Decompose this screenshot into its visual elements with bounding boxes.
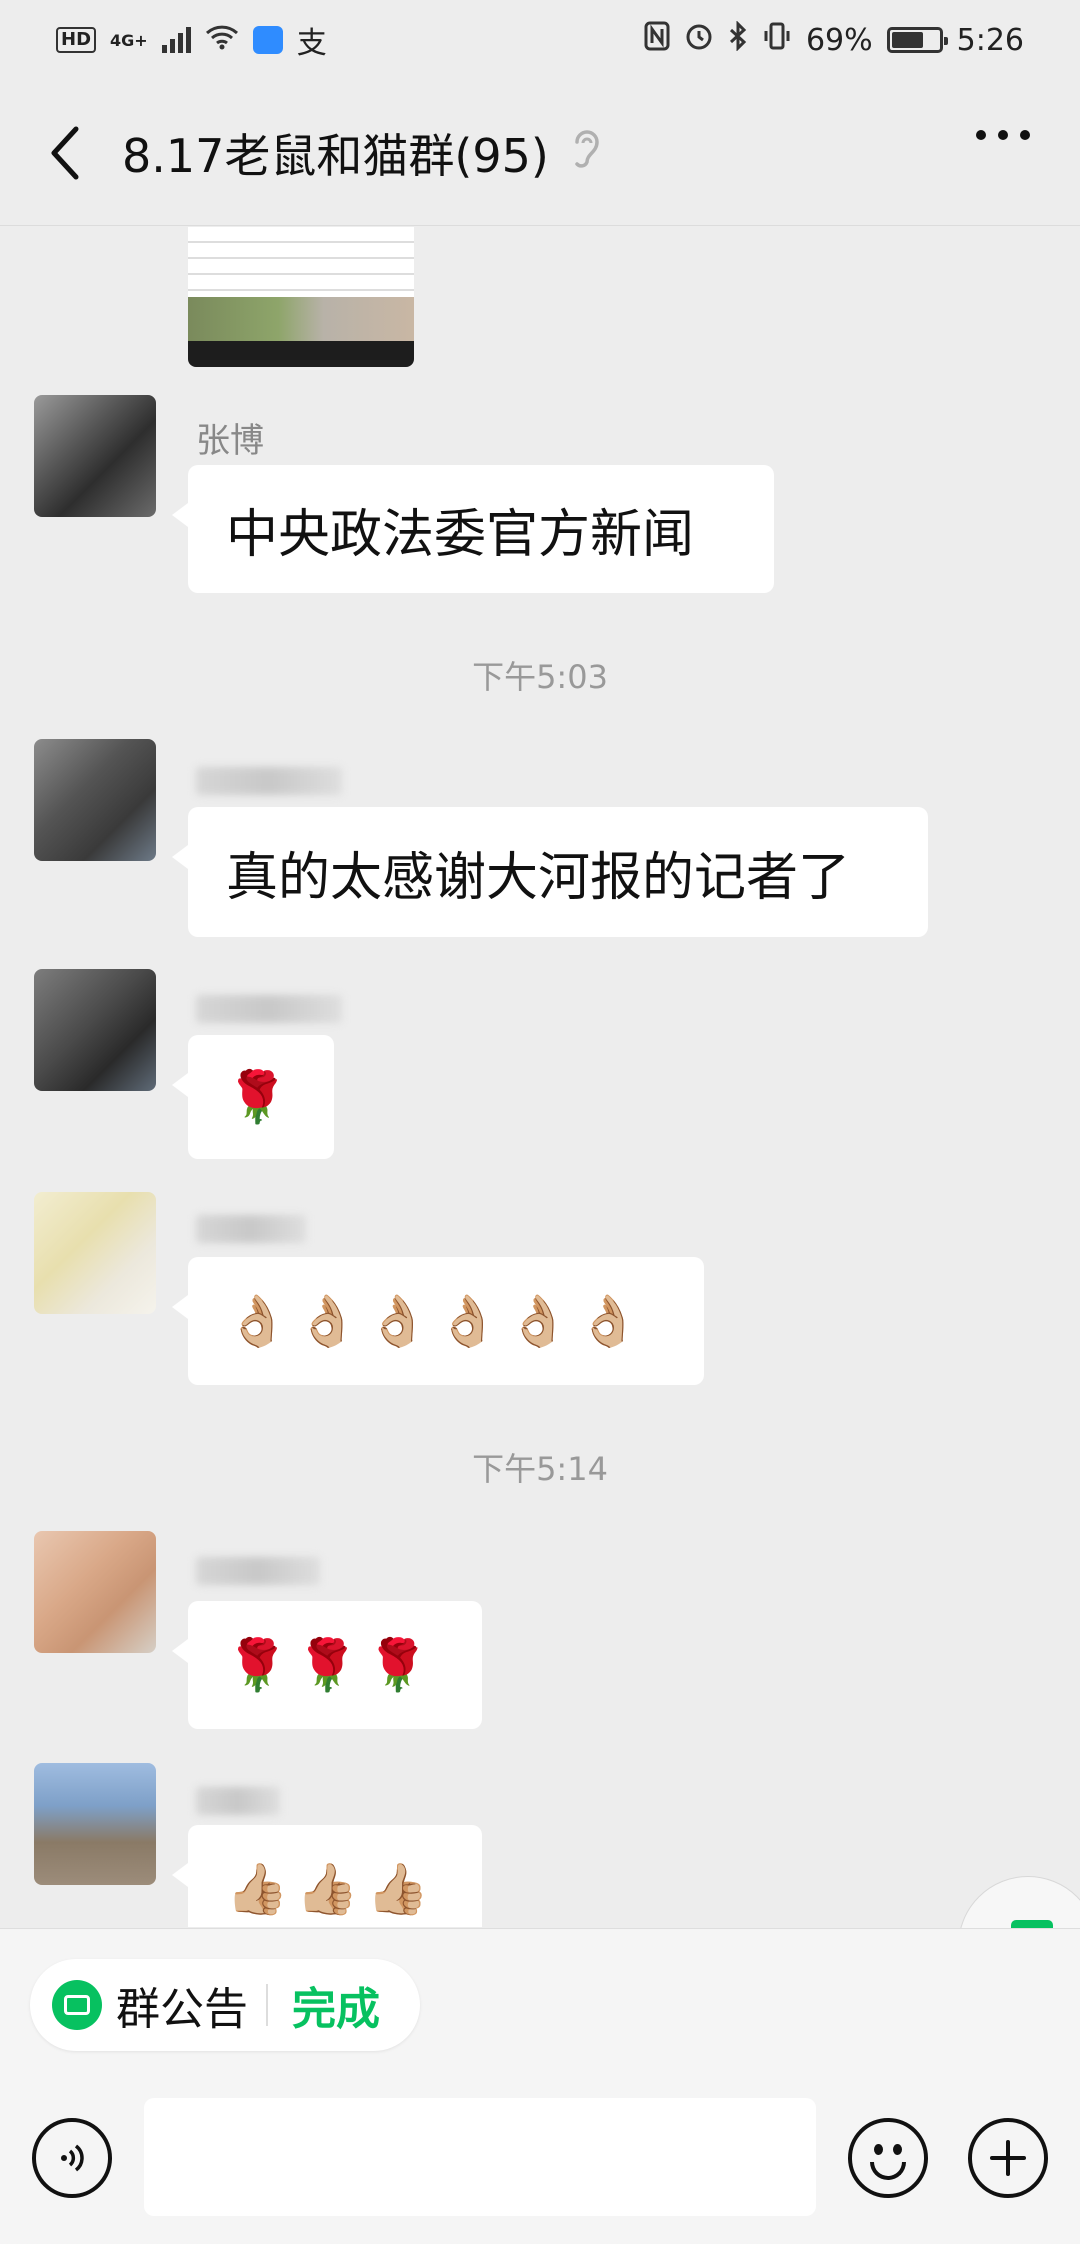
image-text-area xyxy=(188,227,414,297)
image-photo xyxy=(188,297,414,341)
ear-icon xyxy=(569,126,603,179)
announcement-bar: 群公告 完成 xyxy=(0,1928,1080,2058)
image-toolbar xyxy=(188,341,414,367)
nfc-icon xyxy=(644,21,670,59)
avatar[interactable] xyxy=(34,1763,156,1885)
battery-percent: 69% xyxy=(805,22,873,58)
clock: 5:26 xyxy=(956,22,1024,58)
sender-name: 张博 xyxy=(196,421,264,461)
status-bar: HD 4G+ 支 69% 5:26 xyxy=(0,0,1080,80)
sender-name-redacted xyxy=(196,1215,306,1243)
image-message[interactable] xyxy=(188,227,414,367)
avatar[interactable] xyxy=(34,1192,156,1314)
timestamp: 下午5:03 xyxy=(472,658,608,696)
message-bubble[interactable]: 👌🏼👌🏼👌🏼👌🏼👌🏼👌🏼 xyxy=(172,1257,704,1385)
divider xyxy=(266,1984,268,2026)
vibrate-icon xyxy=(762,21,792,59)
announcement-icon xyxy=(52,1980,102,2030)
message-input[interactable] xyxy=(144,2098,816,2216)
avatar[interactable] xyxy=(34,739,156,861)
alipay-icon: 支 xyxy=(296,26,327,61)
message-text: 🌹🌹🌹 xyxy=(226,1635,437,1694)
sender-name-redacted xyxy=(196,767,342,795)
chat-header: 8.17老鼠和猫群(95) xyxy=(0,80,1080,226)
signal-icon xyxy=(161,27,191,53)
hd-indicator: HD xyxy=(56,27,97,53)
network-type: 4G+ xyxy=(110,30,148,50)
timestamp: 下午5:14 xyxy=(472,1450,608,1488)
announcement-label[interactable]: 群公告 xyxy=(116,1973,248,2037)
voice-icon[interactable] xyxy=(32,2118,112,2198)
input-bar xyxy=(0,2058,1080,2244)
message-bubble[interactable]: 🌹 xyxy=(172,1035,334,1159)
message-bubble[interactable]: 👍🏼👍🏼👍🏼 xyxy=(172,1825,482,1927)
announcement-pill[interactable]: 群公告 完成 xyxy=(30,1959,420,2051)
avatar[interactable] xyxy=(34,969,156,1091)
sender-name-redacted xyxy=(196,995,342,1023)
message-bubble[interactable]: 🌹🌹🌹 xyxy=(172,1601,482,1729)
plus-icon[interactable] xyxy=(968,2118,1048,2198)
message-bubble[interactable]: 真的太感谢大河报的记者了 xyxy=(172,807,928,937)
emoji-icon[interactable] xyxy=(848,2118,928,2198)
alarm-icon xyxy=(684,21,714,59)
message-text: 中央政法委官方新闻 xyxy=(226,504,695,565)
wifi-icon xyxy=(205,23,239,58)
sender-name-redacted xyxy=(196,1557,320,1585)
message-list[interactable]: 张博 中央政法委官方新闻 下午5:03 真的太感谢大河报的记者了 🌹 👌🏼👌🏼👌… xyxy=(0,227,1080,1927)
bluetooth-icon xyxy=(728,20,748,59)
sender-name-redacted xyxy=(196,1787,280,1815)
app-notification-icon xyxy=(252,26,283,54)
message-text: 👍🏼👍🏼👍🏼 xyxy=(226,1859,437,1918)
message-text: 🌹 xyxy=(226,1067,297,1126)
back-icon[interactable] xyxy=(20,103,110,203)
more-icon[interactable] xyxy=(976,130,1030,140)
battery-icon xyxy=(886,27,948,53)
avatar[interactable] xyxy=(34,395,156,517)
done-button[interactable]: 完成 xyxy=(292,1973,380,2037)
message-bubble[interactable]: 中央政法委官方新闻 xyxy=(172,465,774,593)
message-text: 真的太感谢大河报的记者了 xyxy=(226,847,851,908)
message-text: 👌🏼👌🏼👌🏼👌🏼👌🏼👌🏼 xyxy=(226,1291,648,1350)
avatar[interactable] xyxy=(34,1531,156,1653)
chat-title: 8.17老鼠和猫群(95) xyxy=(122,128,549,183)
